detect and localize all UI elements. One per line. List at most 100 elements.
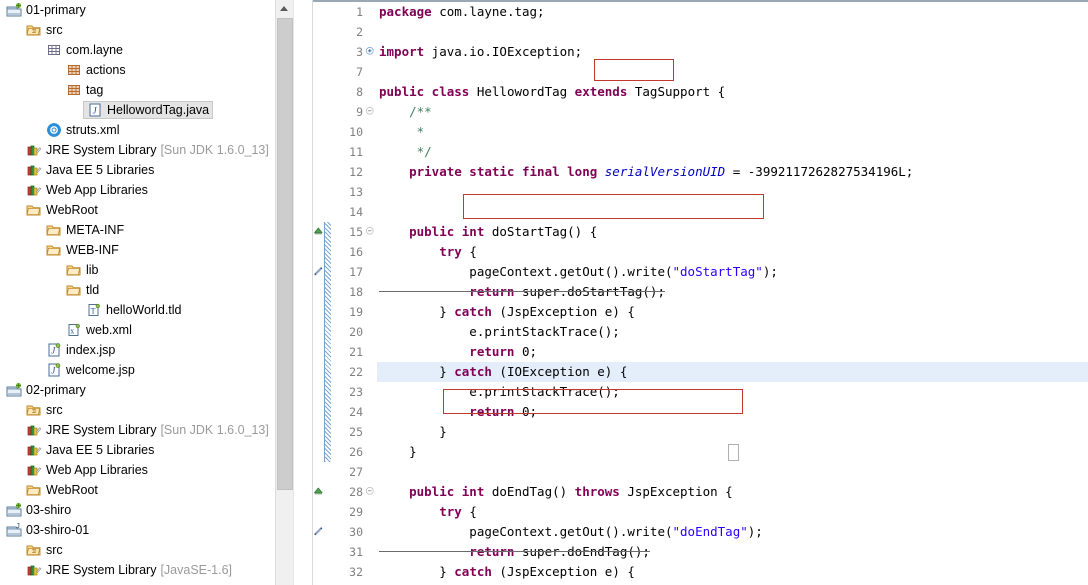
code-line[interactable]: public class HellowordTag extends TagSup…: [379, 82, 1088, 102]
tree-item-actions[interactable]: actions: [0, 60, 293, 80]
code-line[interactable]: try {: [379, 502, 1088, 522]
code-line[interactable]: return 0;: [379, 402, 1088, 422]
line-number: 25: [349, 425, 363, 439]
line-number: 8: [356, 85, 363, 99]
package-icon: [66, 62, 82, 78]
code-line[interactable]: } catch (JspException e) {: [379, 302, 1088, 322]
tree-item-jre-system-library[interactable]: JRE System Library [Sun JDK 1.6.0_13]: [0, 140, 293, 160]
code-token: JspException {: [619, 484, 733, 499]
code-line[interactable]: import java.io.IOException;: [379, 42, 1088, 62]
code-line[interactable]: *: [379, 122, 1088, 142]
code-line[interactable]: [379, 62, 1088, 82]
tree-item-meta-inf[interactable]: META-INF: [0, 220, 293, 240]
code-line[interactable]: pageContext.getOut().write("doEndTag");: [379, 522, 1088, 542]
code-token: doEndTag(): [484, 484, 575, 499]
code-line[interactable]: return super.doStartTag();: [379, 282, 1088, 302]
tree-item-helloworld-tld[interactable]: ThelloWorld.tld: [0, 300, 293, 320]
code-line[interactable]: return 0;: [379, 342, 1088, 362]
tree-item-content: 02-primary: [6, 380, 86, 400]
warning-icon[interactable]: [313, 526, 326, 539]
tree-item-02-primary[interactable]: 02-primary: [0, 380, 293, 400]
tree-item-webroot[interactable]: WebRoot: [0, 200, 293, 220]
code-line[interactable]: e.printStackTrace();: [379, 382, 1088, 402]
code-line[interactable]: e.printStackTrace();: [379, 322, 1088, 342]
tree-item-welcome-jsp[interactable]: Jwelcome.jsp: [0, 360, 293, 380]
package-explorer-panel[interactable]: 01-primary src com.layne actions tag J Hellowo…: [0, 0, 293, 585]
editor-folding-ruler[interactable]: [365, 2, 377, 585]
code-token: (JspException e) {: [491, 564, 635, 579]
editor-area[interactable]: 1 2 3 7 8 9 10 11 12 13 14 15 16 17 18 19 20 21 22 23 24 25 26…: [313, 0, 1088, 585]
code-token: (JspException e) {: [491, 304, 635, 319]
code-line[interactable]: } catch (JspException e) {: [379, 562, 1088, 582]
code-token: java.io.IOException;: [424, 44, 583, 59]
tree-item-java-ee-5-libraries[interactable]: Java EE 5 Libraries: [0, 440, 293, 460]
code-line[interactable]: public int doEndTag() throws JspExceptio…: [379, 482, 1088, 502]
tree-item-content: JRE System Library [JavaSE-1.6]: [26, 560, 232, 580]
scroll-up-button[interactable]: [276, 0, 292, 17]
tree-item-com-layne[interactable]: com.layne: [0, 40, 293, 60]
tree-item-label: HellowordTag.java: [107, 103, 210, 117]
code-line[interactable]: } catch (IOException e) {: [379, 362, 1088, 382]
code-line[interactable]: package com.layne.tag;: [379, 2, 1088, 22]
code-line[interactable]: pageContext.getOut().write("doStartTag")…: [379, 262, 1088, 282]
tree-item-src[interactable]: src: [0, 20, 293, 40]
tree-item-java-ee-5-libraries[interactable]: Java EE 5 Libraries: [0, 160, 293, 180]
code-token: HellowordTag: [469, 84, 575, 99]
tree-item-web-xml[interactable]: x web.xml: [0, 320, 293, 340]
line-number: 11: [349, 145, 363, 159]
project-tree[interactable]: 01-primary src com.layne actions tag J Hellowo…: [0, 0, 293, 580]
tree-item-jre-system-library[interactable]: JRE System Library [JavaSE-1.6]: [0, 560, 293, 580]
collapse-icon[interactable]: [366, 107, 376, 117]
tree-item-lib[interactable]: lib: [0, 260, 293, 280]
code-token: public class: [379, 84, 470, 99]
editor-code-content[interactable]: package com.layne.tag; import java.io.IO…: [379, 2, 1088, 585]
tree-item-sublabel: [Sun JDK 1.6.0_13]: [160, 423, 269, 437]
tree-item-03-shiro[interactable]: 03-shiro: [0, 500, 293, 520]
code-line[interactable]: [379, 202, 1088, 222]
expand-icon[interactable]: [366, 47, 376, 57]
tree-item-content: 01-primary: [6, 0, 86, 20]
tree-item-01-primary[interactable]: 01-primary: [0, 0, 293, 20]
tree-item-sublabel: [Sun JDK 1.6.0_13]: [160, 143, 269, 157]
tree-item-tld[interactable]: tld: [0, 280, 293, 300]
tree-item-tag[interactable]: tag: [0, 80, 293, 100]
tree-item-label: src: [46, 23, 63, 37]
code-token: super.doEndTag();: [514, 544, 650, 559]
code-line[interactable]: [379, 182, 1088, 202]
tree-item-label: 02-primary: [26, 383, 86, 397]
tree-item-webroot[interactable]: WebRoot: [0, 480, 293, 500]
code-token: }: [379, 364, 455, 379]
tree-item-struts-xml[interactable]: struts.xml: [0, 120, 293, 140]
tree-item-03-shiro-01[interactable]: J 03-shiro-01: [0, 520, 293, 540]
code-line[interactable]: try {: [379, 242, 1088, 262]
tree-item-index-jsp[interactable]: Jindex.jsp: [0, 340, 293, 360]
tree-item-src[interactable]: src: [0, 540, 293, 560]
tree-item-web-app-libraries[interactable]: Web App Libraries: [0, 460, 293, 480]
tree-item-src[interactable]: src: [0, 400, 293, 420]
code-line[interactable]: return super.doEndTag();: [379, 542, 1088, 562]
library-icon: [26, 182, 42, 198]
tree-item-web-app-libraries[interactable]: Web App Libraries: [0, 180, 293, 200]
tree-item-hellowordtag-java[interactable]: J HellowordTag.java: [0, 100, 293, 120]
java-web-project-icon: [6, 2, 22, 18]
collapse-icon[interactable]: [366, 487, 376, 497]
code-line[interactable]: */: [379, 142, 1088, 162]
code-line[interactable]: /**: [379, 102, 1088, 122]
tree-item-web-inf[interactable]: WEB-INF: [0, 240, 293, 260]
code-line[interactable]: private static final long serialVersionU…: [379, 162, 1088, 182]
code-line[interactable]: }: [379, 422, 1088, 442]
override-method-icon[interactable]: [313, 486, 326, 499]
collapse-icon[interactable]: [366, 227, 376, 237]
code-line[interactable]: [379, 462, 1088, 482]
explorer-vertical-scrollbar[interactable]: [275, 0, 293, 585]
code-line[interactable]: [379, 22, 1088, 42]
line-number: 15: [349, 225, 363, 239]
line-number: 32: [349, 565, 363, 579]
panel-divider[interactable]: [293, 0, 313, 585]
library-icon: [26, 462, 42, 478]
folder-icon: [46, 242, 62, 258]
scrollbar-thumb[interactable]: [277, 18, 293, 490]
code-line[interactable]: public int doStartTag() {: [379, 222, 1088, 242]
tree-item-jre-system-library[interactable]: JRE System Library [Sun JDK 1.6.0_13]: [0, 420, 293, 440]
code-token: }: [379, 424, 447, 439]
